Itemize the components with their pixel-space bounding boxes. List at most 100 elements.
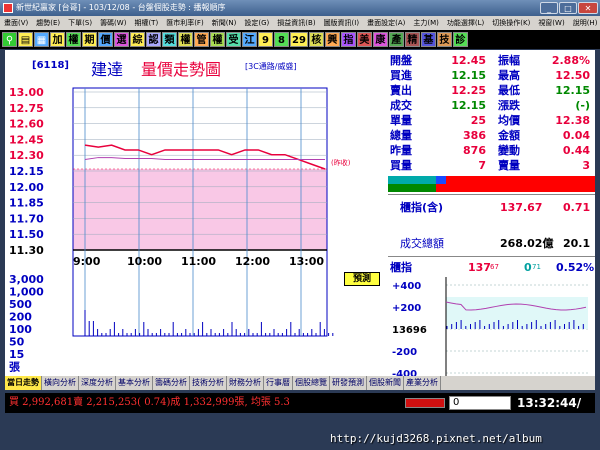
menu-item[interactable]: 說明(H) <box>573 16 598 30</box>
toolbar-button[interactable]: 選 <box>114 32 129 47</box>
tab-2[interactable]: 深度分析 <box>79 376 116 390</box>
quote-value: 3 <box>582 159 590 172</box>
grid-icon[interactable]: ▦ <box>34 32 49 47</box>
menu-item[interactable]: 視窗(W) <box>538 16 564 30</box>
menu-item[interactable]: 主力(M) <box>413 16 439 30</box>
toolbar-button[interactable]: 管 <box>194 32 209 47</box>
volume-tick-label: 15 <box>9 348 24 361</box>
volume-tick-label: 張 <box>9 361 21 374</box>
price-tick-label: 12.00 <box>9 181 44 194</box>
price-tick-label: 11.85 <box>9 197 44 210</box>
tab-8[interactable]: 個股總覽 <box>293 376 330 390</box>
tab-4[interactable]: 籌碼分析 <box>153 376 190 390</box>
menu-item[interactable]: 趨勢(E) <box>36 16 60 30</box>
quote-label: 賣量 <box>498 159 520 172</box>
menu-item[interactable]: 功能選擇(L) <box>447 16 484 30</box>
index-minichart: 櫃指 137 67 0 71 0.52% +400 +200 13696 -200 -4… <box>388 256 595 377</box>
menu-item[interactable]: 期權(T) <box>134 16 158 30</box>
below-reference-zone <box>73 169 327 250</box>
status-box[interactable]: 0 <box>449 396 511 410</box>
predict-button[interactable]: 預測 <box>344 272 380 286</box>
time-tick-label: 12:00 <box>235 255 270 268</box>
menu-item[interactable]: 新聞(N) <box>212 16 237 30</box>
quote-value: 12.15 <box>451 69 486 82</box>
menu-item[interactable]: 籌碼(W) <box>100 16 126 30</box>
toolbar-button[interactable]: 美 <box>356 32 372 47</box>
series-line <box>84 157 325 160</box>
toolbar-button[interactable]: 基 <box>420 32 436 47</box>
toolbar-button[interactable]: 29 <box>290 32 308 47</box>
price-tick-label: 12.15 <box>9 165 44 178</box>
tab-10[interactable]: 個股新聞 <box>367 376 404 390</box>
mini-tick-label: +400 <box>392 281 421 292</box>
quote-label: 單量 <box>390 114 412 127</box>
toolbar-button[interactable]: 興 <box>324 32 340 47</box>
chart-canvas: 13.00 12.75 12.60 12.45 12.30 12.15 12.00 11.85… <box>9 86 351 374</box>
toolbar-button[interactable]: 8 <box>274 32 289 47</box>
app-icon <box>3 3 13 13</box>
mini-tick-label: -200 <box>392 347 417 358</box>
quote-label: 振幅 <box>498 54 520 67</box>
toolbar-button[interactable]: 指 <box>340 32 356 47</box>
toolbar-button[interactable]: 價 <box>98 32 113 47</box>
menu-item[interactable]: 設定(G) <box>244 16 269 30</box>
menu-item[interactable]: 畫面(V) <box>4 16 28 30</box>
index-change-suffix: 71 <box>532 263 541 271</box>
menu-item[interactable]: 切換操作(K) <box>492 16 530 30</box>
price-tick-label: 12.45 <box>9 133 44 146</box>
toolbar-button[interactable]: 精 <box>404 32 420 47</box>
quote-value: 12.38 <box>555 114 590 127</box>
tab-7[interactable]: 行事曆 <box>264 376 293 390</box>
toolbar-button[interactable]: 綜 <box>130 32 145 47</box>
tab-6[interactable]: 財務分析 <box>227 376 264 390</box>
tab-3[interactable]: 基本分析 <box>116 376 153 390</box>
bid-ask-bar <box>388 176 595 192</box>
time-tick-label: 10:00 <box>127 255 162 268</box>
search-icon[interactable]: ⚲ <box>2 32 17 47</box>
warrant-value: 137.67 <box>500 201 543 214</box>
toolbar-button[interactable]: 權 <box>66 32 81 47</box>
menu-item[interactable]: 下單(S) <box>68 16 92 30</box>
price-tick-label: 12.75 <box>9 102 44 115</box>
price-volume-chart: 13.00 12.75 12.60 12.45 12.30 12.15 12.00 11.85… <box>5 50 386 376</box>
stock-category: [3C通路/威盛] <box>245 62 297 71</box>
toolbar-button[interactable]: 技 <box>436 32 452 47</box>
menu-item[interactable]: 匯市利率(F) <box>166 16 204 30</box>
quote-value: 0.44 <box>562 144 590 157</box>
warrant-label: 櫃指(含) <box>400 201 444 214</box>
toolbar-button[interactable]: 診 <box>452 32 468 47</box>
toolbar-button[interactable]: 江 <box>242 32 257 47</box>
status-bar: 買 2,992,681賣 2,215,253( 0.74)成 1,332,999… <box>5 393 595 413</box>
tab-9[interactable]: 研發預測 <box>330 376 367 390</box>
maximize-button[interactable]: □ <box>559 2 577 14</box>
tab-0[interactable]: 當日走勢 <box>5 376 42 390</box>
toolbar-button[interactable]: 權 <box>178 32 193 47</box>
toolbar-button[interactable]: 期 <box>82 32 97 47</box>
quote-value: 386 <box>463 129 486 142</box>
list-icon[interactable]: ▤ <box>18 32 33 47</box>
quote-label: 最高 <box>498 69 520 82</box>
toolbar-button[interactable]: 加 <box>50 32 65 47</box>
quote-label: 開盤 <box>390 54 412 67</box>
menu-item[interactable]: 損益資訊(B) <box>277 16 315 30</box>
menu-item[interactable]: 圖版資訊(I) <box>324 16 360 30</box>
toolbar-button[interactable]: 權 <box>210 32 225 47</box>
total-change: 20.1 <box>563 237 591 250</box>
quote-value: 7 <box>478 159 486 172</box>
index-change: 0 <box>524 261 532 274</box>
main-content: 13.00 12.75 12.60 12.45 12.30 12.15 12.00 11.85… <box>5 50 595 377</box>
toolbar-button[interactable]: 核 <box>308 32 324 47</box>
tab-5[interactable]: 技術分析 <box>190 376 227 390</box>
minimize-button[interactable]: _ <box>540 2 558 14</box>
close-button[interactable]: ✕ <box>578 2 598 14</box>
toolbar-button[interactable]: 產 <box>388 32 404 47</box>
toolbar-button[interactable]: 9 <box>258 32 273 47</box>
tab-11[interactable]: 產業分析 <box>404 376 441 390</box>
window-title: 新世紀贏家 [台哥] - 103/12/08 - 台盤個股走勢 : 播報順序 <box>16 3 226 12</box>
toolbar-button[interactable]: 受 <box>226 32 241 47</box>
toolbar-button[interactable]: 康 <box>372 32 388 47</box>
tab-1[interactable]: 橫向分析 <box>42 376 79 390</box>
toolbar-button[interactable]: 類 <box>162 32 177 47</box>
toolbar-button[interactable]: 認 <box>146 32 161 47</box>
menu-item[interactable]: 畫面設定(A) <box>367 16 405 30</box>
